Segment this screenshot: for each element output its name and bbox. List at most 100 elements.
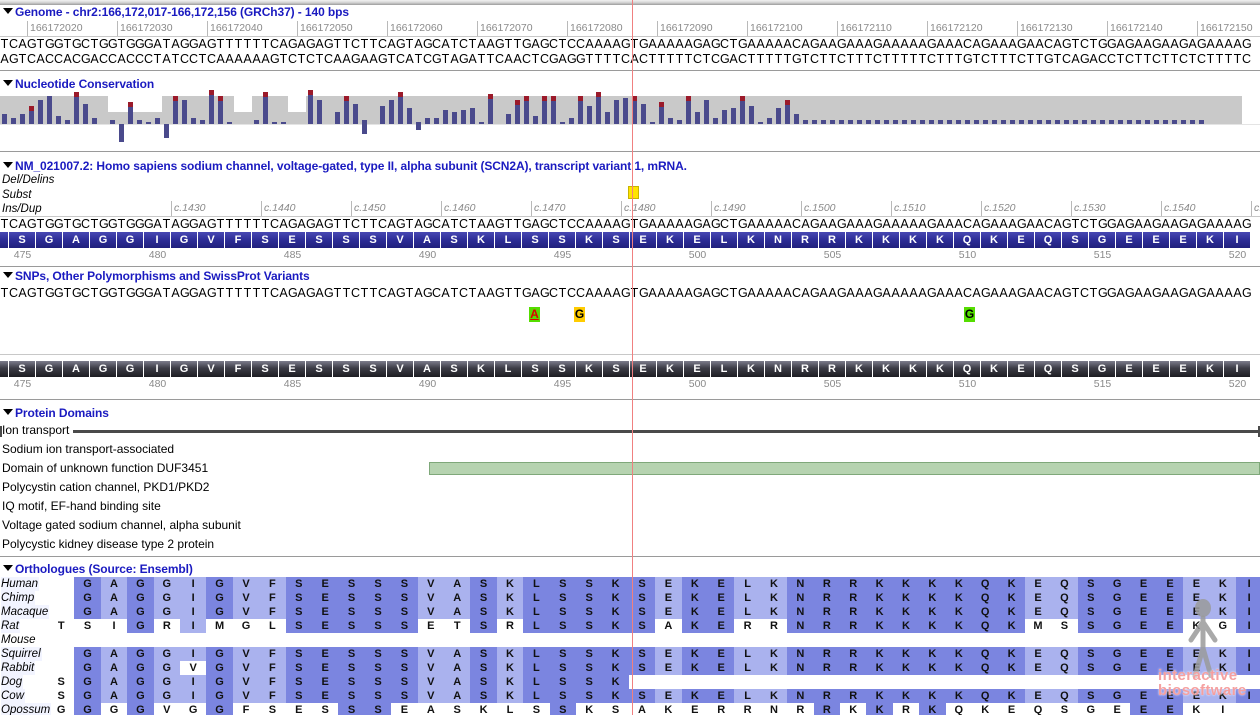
amino-acid-cell[interactable]: K <box>738 232 765 248</box>
amino-acid-cell[interactable]: S <box>360 361 387 377</box>
amino-acid-cell[interactable]: S <box>549 232 576 248</box>
conservation-bar[interactable] <box>380 106 385 124</box>
orthologue-species-label[interactable]: Opossum <box>1 703 52 715</box>
amino-acid-cell[interactable]: N <box>765 361 792 377</box>
conservation-bar[interactable] <box>1046 120 1051 124</box>
conservation-bar[interactable] <box>893 120 898 124</box>
amino-acid-cell[interactable]: N <box>765 232 792 248</box>
amino-acid-cell[interactable]: A <box>414 361 441 377</box>
conservation-bar[interactable] <box>587 106 592 124</box>
section-header-snps[interactable]: SNPs, Other Polymorphisms and SwissProt … <box>0 269 310 284</box>
orthologue-row[interactable]: GAGGVGVFSESSSVASKLSSKSEKELKNRRKKKKQKEQSG… <box>0 661 1260 675</box>
conservation-bar[interactable] <box>83 104 88 124</box>
snp-variant-marker[interactable]: G <box>574 307 585 322</box>
amino-acid-cell[interactable]: G <box>171 232 198 248</box>
conservation-bar[interactable] <box>227 122 232 124</box>
protein-domain-row[interactable]: IQ motif, EF-hand binding site <box>0 497 1260 516</box>
forward-strand-sequence[interactable]: TCAGTGGTGCTGGTGGGATAGGAGTTTTTTCAGAGAGTTC… <box>0 37 1260 52</box>
conservation-bar[interactable] <box>776 108 781 124</box>
amino-acid-cell[interactable]: E <box>684 361 711 377</box>
amino-acid-cell[interactable]: G <box>1089 232 1116 248</box>
conservation-bar[interactable] <box>200 120 205 124</box>
amino-acid-cell[interactable]: A <box>63 232 90 248</box>
conservation-bar-negative[interactable] <box>119 124 124 142</box>
conservation-bar[interactable] <box>1055 120 1060 124</box>
orthologue-species-label[interactable]: Rat <box>1 619 20 633</box>
amino-acid-cell[interactable]: K <box>981 361 1008 377</box>
conservation-bar[interactable] <box>992 120 997 124</box>
conservation-bar[interactable] <box>1082 120 1087 124</box>
conservation-bar[interactable] <box>1100 120 1105 124</box>
amino-acid-cell[interactable]: S <box>603 361 630 377</box>
conservation-bar[interactable] <box>209 90 214 124</box>
conservation-bar[interactable] <box>11 118 16 124</box>
amino-acid-cell[interactable]: S <box>360 232 387 248</box>
conservation-bar[interactable] <box>1064 120 1069 124</box>
amino-acid-cell[interactable]: S <box>333 361 360 377</box>
conservation-bar[interactable] <box>758 122 763 124</box>
conservation-bar[interactable] <box>2 114 7 124</box>
conservation-bar[interactable] <box>614 100 619 124</box>
conservation-bar[interactable] <box>452 112 457 124</box>
conservation-bar[interactable] <box>1109 120 1114 124</box>
amino-acid-cell[interactable]: K <box>846 361 873 377</box>
amino-acid-cell[interactable]: K <box>873 232 900 248</box>
amino-acid-cell[interactable]: K <box>900 232 927 248</box>
conservation-bar[interactable] <box>56 116 61 124</box>
conservation-bar[interactable] <box>749 106 754 124</box>
conservation-bar[interactable] <box>506 114 511 124</box>
amino-acid-cell[interactable]: E <box>1143 361 1170 377</box>
amino-acid-cell[interactable]: R <box>792 232 819 248</box>
conservation-bar[interactable] <box>461 110 466 124</box>
amino-acid-cell[interactable]: F <box>0 232 9 248</box>
orthologue-row[interactable]: Mouse <box>0 633 1260 647</box>
orthologue-species-label[interactable]: Cow <box>1 689 26 703</box>
conservation-bar[interactable] <box>722 110 727 124</box>
amino-acid-cell[interactable]: S <box>306 361 333 377</box>
amino-acid-cell[interactable]: S <box>603 232 630 248</box>
conservation-bar[interactable] <box>191 118 196 124</box>
amino-acid-cell[interactable]: G <box>36 232 63 248</box>
amino-acid-cell[interactable]: S <box>333 232 360 248</box>
amino-acid-cell[interactable]: E <box>279 232 306 248</box>
amino-acid-cell[interactable]: F <box>0 361 9 377</box>
conservation-bar[interactable] <box>1145 120 1150 124</box>
amino-acid-cell[interactable]: S <box>522 361 549 377</box>
conservation-bar[interactable] <box>605 112 610 124</box>
amino-acid-cell[interactable]: L <box>711 361 738 377</box>
amino-acid-cell[interactable]: S <box>441 232 468 248</box>
orthologue-row[interactable]: S G A G G I G V F S E S S S V A S K L S S K Dog <box>0 675 1260 689</box>
section-header-orthologues[interactable]: Orthologues (Source: Ensembl) <box>0 562 193 577</box>
conservation-bar[interactable] <box>110 120 115 124</box>
conservation-bar[interactable] <box>956 120 961 124</box>
amino-acid-cell[interactable]: K <box>657 232 684 248</box>
orthologue-species-label[interactable]: Rabbit <box>1 661 36 675</box>
amino-acid-cell[interactable]: R <box>792 361 819 377</box>
amino-acid-cell[interactable]: V <box>387 361 414 377</box>
conservation-bar[interactable] <box>20 114 25 124</box>
amino-acid-cell[interactable]: S <box>1062 232 1089 248</box>
amino-acid-cell[interactable]: V <box>387 232 414 248</box>
amino-acid-cell[interactable]: F <box>225 361 252 377</box>
amino-acid-track-transcript[interactable]: FSGAGGIGVFSESSSVASKLSSKSEKELKNRRKKKKQKEQ… <box>0 232 1260 248</box>
amino-acid-cell[interactable]: G <box>1089 361 1116 377</box>
conservation-bar[interactable] <box>1091 120 1096 124</box>
conservation-bar-negative[interactable] <box>416 124 421 130</box>
conservation-track[interactable] <box>0 90 1260 142</box>
transcript-sequence[interactable]: TCAGTGGTGCTGGTGGGATAGGAGTTTTTTCAGAGAGTTC… <box>0 217 1260 232</box>
conservation-bar[interactable] <box>38 100 43 124</box>
conservation-bar[interactable] <box>1190 120 1195 124</box>
conservation-bar[interactable] <box>92 118 97 124</box>
conservation-bar[interactable] <box>983 120 988 124</box>
amino-acid-cell[interactable]: K <box>873 361 900 377</box>
amino-acid-cell[interactable]: E <box>1116 232 1143 248</box>
amino-acid-cell[interactable]: S <box>441 361 468 377</box>
conservation-bar[interactable] <box>254 120 259 124</box>
conservation-bar[interactable] <box>767 118 772 124</box>
section-header-domains[interactable]: Protein Domains <box>0 406 109 421</box>
amino-acid-cell[interactable]: V <box>198 361 225 377</box>
snp-reference-sequence[interactable]: TCAGTGGTGCTGGTGGGATAGGAGTTTTTTCAGAGAGTTC… <box>0 286 1260 301</box>
conservation-bar[interactable] <box>1118 120 1123 124</box>
amino-acid-cell[interactable]: K <box>1197 232 1224 248</box>
orthologue-row[interactable]: GAGGIGVFSESSSVASKLSSKSEKELKNRRKKKKQKEQSG… <box>0 577 1260 591</box>
